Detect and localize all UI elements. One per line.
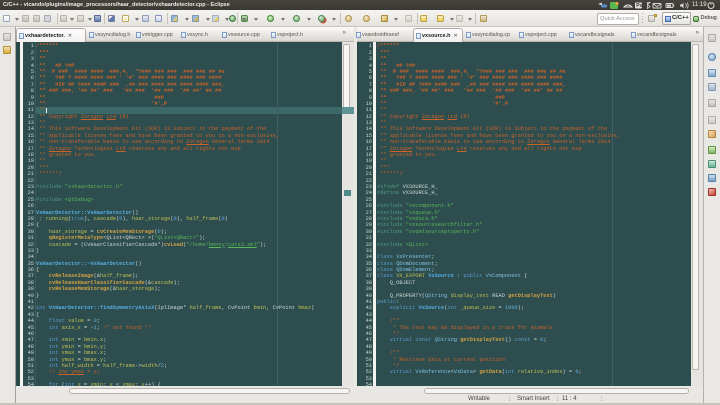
svg-text:Ps: Ps — [636, 3, 642, 9]
